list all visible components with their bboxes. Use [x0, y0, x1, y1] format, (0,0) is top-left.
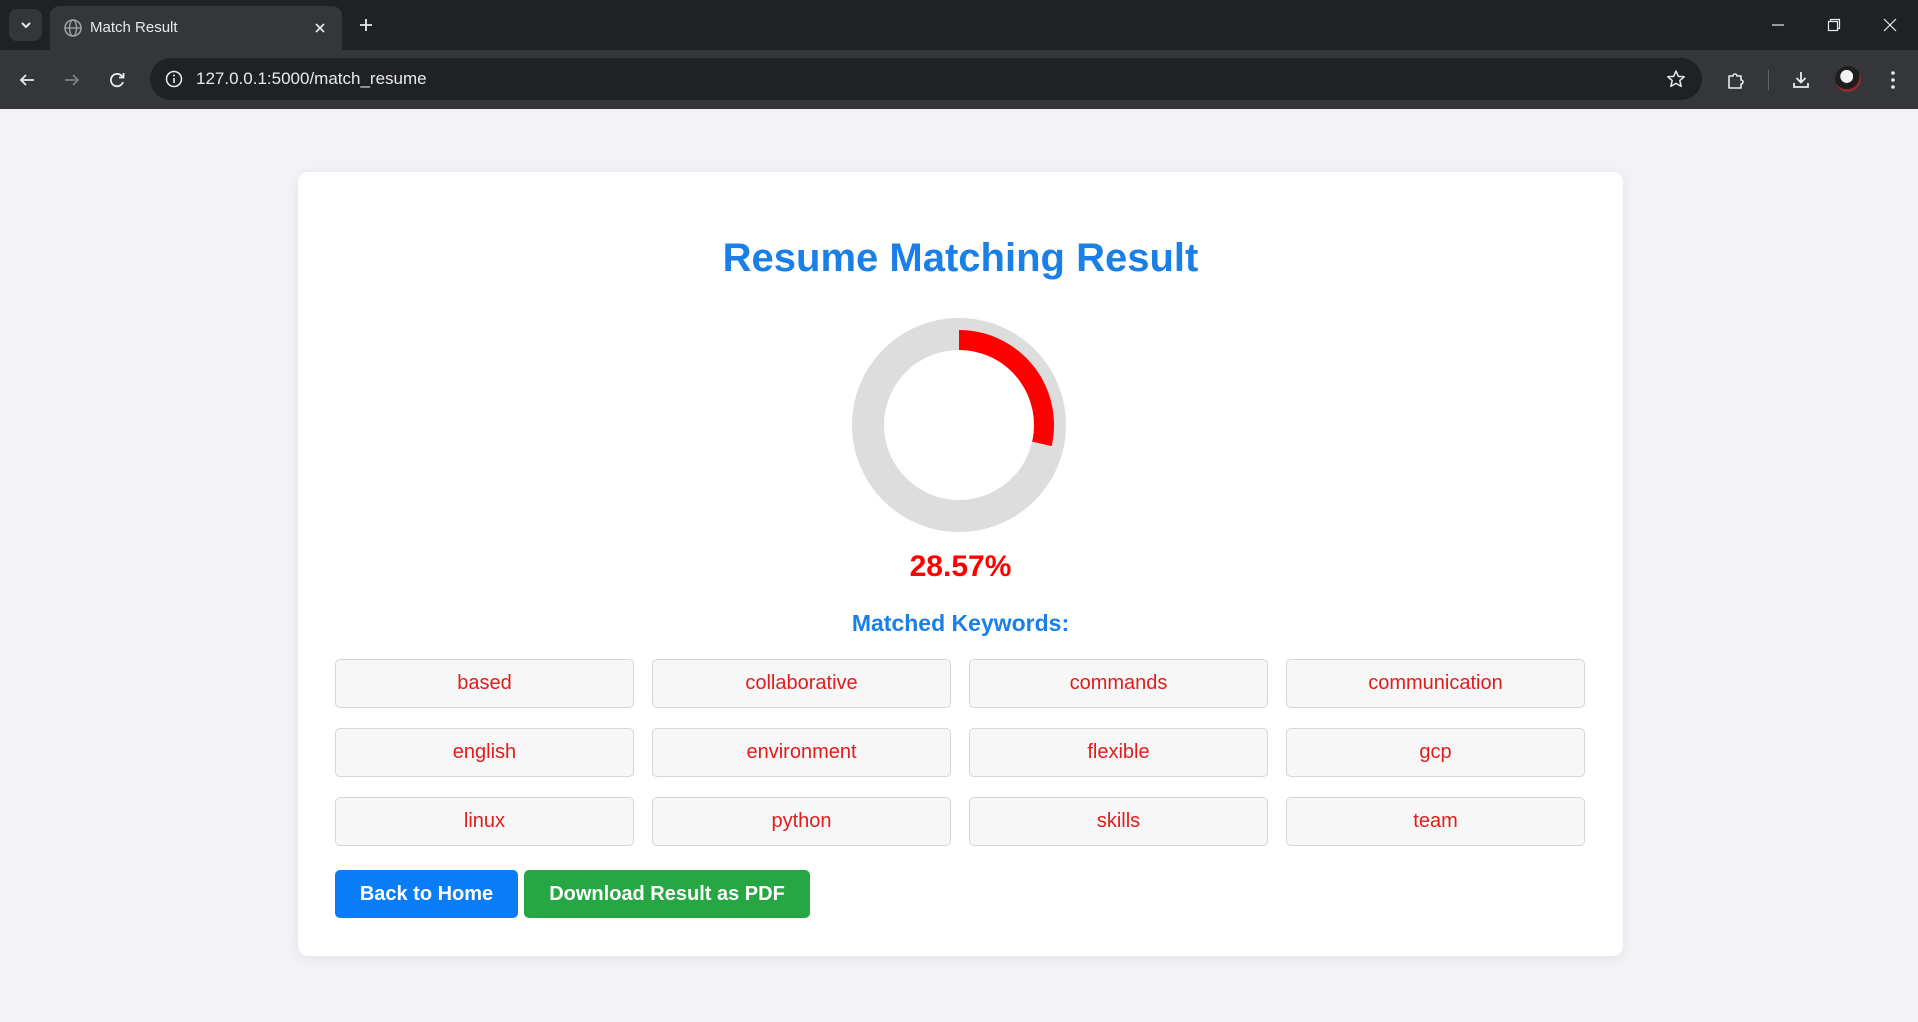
- keyword-chip: linux: [335, 797, 634, 846]
- download-pdf-button[interactable]: Download Result as PDF: [524, 870, 810, 918]
- matched-keywords-heading: Matched Keywords:: [851, 610, 1070, 636]
- close-icon: [1883, 18, 1897, 32]
- puzzle-icon: [1728, 73, 1744, 89]
- site-info-button[interactable]: [162, 67, 186, 91]
- match-score-percent: 28.57%: [909, 550, 1012, 583]
- arrow-right-icon: [65, 74, 80, 86]
- match-score-gauge: [852, 318, 1066, 532]
- profile-avatar[interactable]: [1835, 66, 1861, 92]
- page-viewport: Resume Matching Result 28.57% Matched Ke…: [0, 109, 1918, 1022]
- keyword-chip: english: [335, 728, 634, 777]
- downloads-button[interactable]: [1784, 63, 1818, 97]
- keyword-chip: gcp: [1286, 728, 1585, 777]
- toolbar-divider: [1768, 70, 1769, 90]
- browser-titlebar: Match Result: [0, 0, 1918, 50]
- url-text: 127.0.0.1:5000/match_resume: [196, 69, 427, 88]
- restore-icon: [1827, 18, 1841, 32]
- restore-button[interactable]: [1806, 0, 1862, 50]
- keyword-chip: environment: [652, 728, 951, 777]
- tab-search-button[interactable]: [9, 9, 42, 41]
- tab-title: Match Result: [90, 19, 178, 36]
- keyword-chip: team: [1286, 797, 1585, 846]
- forward-button[interactable]: [55, 63, 89, 97]
- result-card: Resume Matching Result 28.57% Matched Ke…: [298, 172, 1623, 956]
- address-bar[interactable]: 127.0.0.1:5000/match_resume: [150, 58, 1702, 100]
- back-button[interactable]: [10, 63, 44, 97]
- new-tab-button[interactable]: [352, 11, 380, 39]
- minimize-icon: [1772, 24, 1784, 26]
- globe-icon: [64, 19, 82, 37]
- tab-close-button[interactable]: [309, 17, 331, 39]
- kebab-menu-icon: [1891, 71, 1895, 89]
- browser-tab-active[interactable]: Match Result: [50, 6, 342, 50]
- download-icon: [1793, 72, 1809, 88]
- browser-toolbar: 127.0.0.1:5000/match_resume: [0, 50, 1918, 109]
- keyword-chip: commands: [969, 659, 1268, 708]
- browser-menu-button[interactable]: [1876, 63, 1910, 97]
- minimize-button[interactable]: [1750, 0, 1806, 50]
- keyword-chip: python: [652, 797, 951, 846]
- window-close-button[interactable]: [1862, 0, 1918, 50]
- keywords-grid: based collaborative commands communicati…: [335, 659, 1587, 846]
- close-icon: [315, 23, 325, 33]
- reload-button[interactable]: [100, 63, 134, 97]
- extensions-button[interactable]: [1719, 63, 1753, 97]
- keyword-chip: based: [335, 659, 634, 708]
- keyword-chip: communication: [1286, 659, 1585, 708]
- page-title: Resume Matching Result: [722, 236, 1199, 280]
- plus-icon: [360, 19, 372, 31]
- reload-icon: [110, 72, 125, 88]
- keyword-chip: collaborative: [652, 659, 951, 708]
- info-icon: [165, 70, 183, 88]
- chevron-down-icon: [20, 22, 31, 29]
- keyword-chip: skills: [969, 797, 1268, 846]
- bookmark-button[interactable]: [1664, 67, 1688, 91]
- keyword-chip: flexible: [969, 728, 1268, 777]
- star-icon: [1667, 70, 1685, 88]
- arrow-left-icon: [19, 74, 34, 86]
- back-to-home-button[interactable]: Back to Home: [335, 870, 518, 918]
